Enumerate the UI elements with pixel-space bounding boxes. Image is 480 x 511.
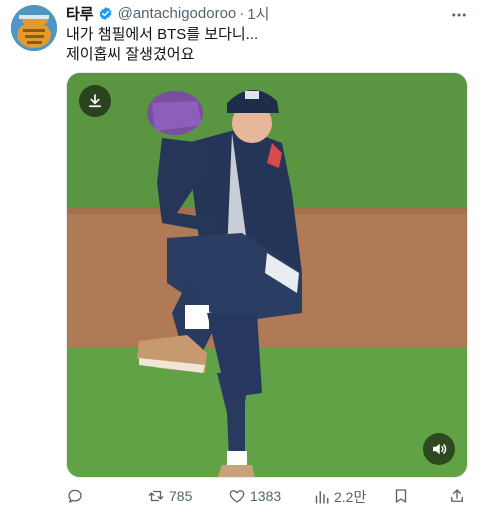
like-count: 1383	[250, 488, 282, 504]
retweet-count: 785	[169, 488, 193, 504]
bookmark-button[interactable]	[392, 487, 414, 505]
share-button[interactable]	[448, 487, 470, 505]
video-frame	[67, 73, 467, 477]
reply-icon	[68, 489, 82, 503]
display-name[interactable]: 타루	[66, 3, 94, 24]
views-icon	[315, 491, 329, 504]
tweet-text-line: 내가 챔필에서 BTS를 보다니...	[66, 26, 259, 43]
tweet-text: 내가 챔필에서 BTS를 보다니... 제이홉씨 잘생겼어요	[66, 25, 258, 65]
tweet-text-line: 제이홉씨 잘생겼어요	[66, 46, 195, 63]
like-button[interactable]: 1383	[228, 487, 281, 505]
separator-dot: ·	[239, 4, 245, 22]
views-button[interactable]: 2.2만	[312, 487, 366, 507]
bookmark-icon	[395, 489, 407, 503]
action-bar: 785 1383 2.2만	[66, 487, 470, 509]
handle[interactable]: @antachigodoroo	[118, 5, 237, 22]
timestamp[interactable]: 1시	[247, 3, 269, 24]
volume-icon	[433, 443, 447, 455]
views-count: 2.2만	[334, 489, 367, 505]
tweet-card: 타루 @antachigodoroo · 1시 내가 챔필에서 BTS를 보다니…	[0, 0, 480, 511]
reply-button[interactable]	[66, 487, 88, 505]
avatar[interactable]	[11, 5, 57, 51]
heart-icon	[229, 490, 245, 503]
sound-button[interactable]	[423, 433, 455, 465]
download-button[interactable]	[79, 85, 111, 117]
tweet-header: 타루 @antachigodoroo · 1시	[66, 3, 269, 24]
retweet-icon	[148, 490, 164, 502]
retweet-button[interactable]: 785	[147, 487, 192, 505]
video-player[interactable]	[66, 72, 468, 478]
download-icon	[88, 94, 102, 108]
share-icon	[451, 489, 463, 502]
more-icon[interactable]	[450, 6, 468, 29]
verified-badge-icon	[99, 6, 111, 20]
